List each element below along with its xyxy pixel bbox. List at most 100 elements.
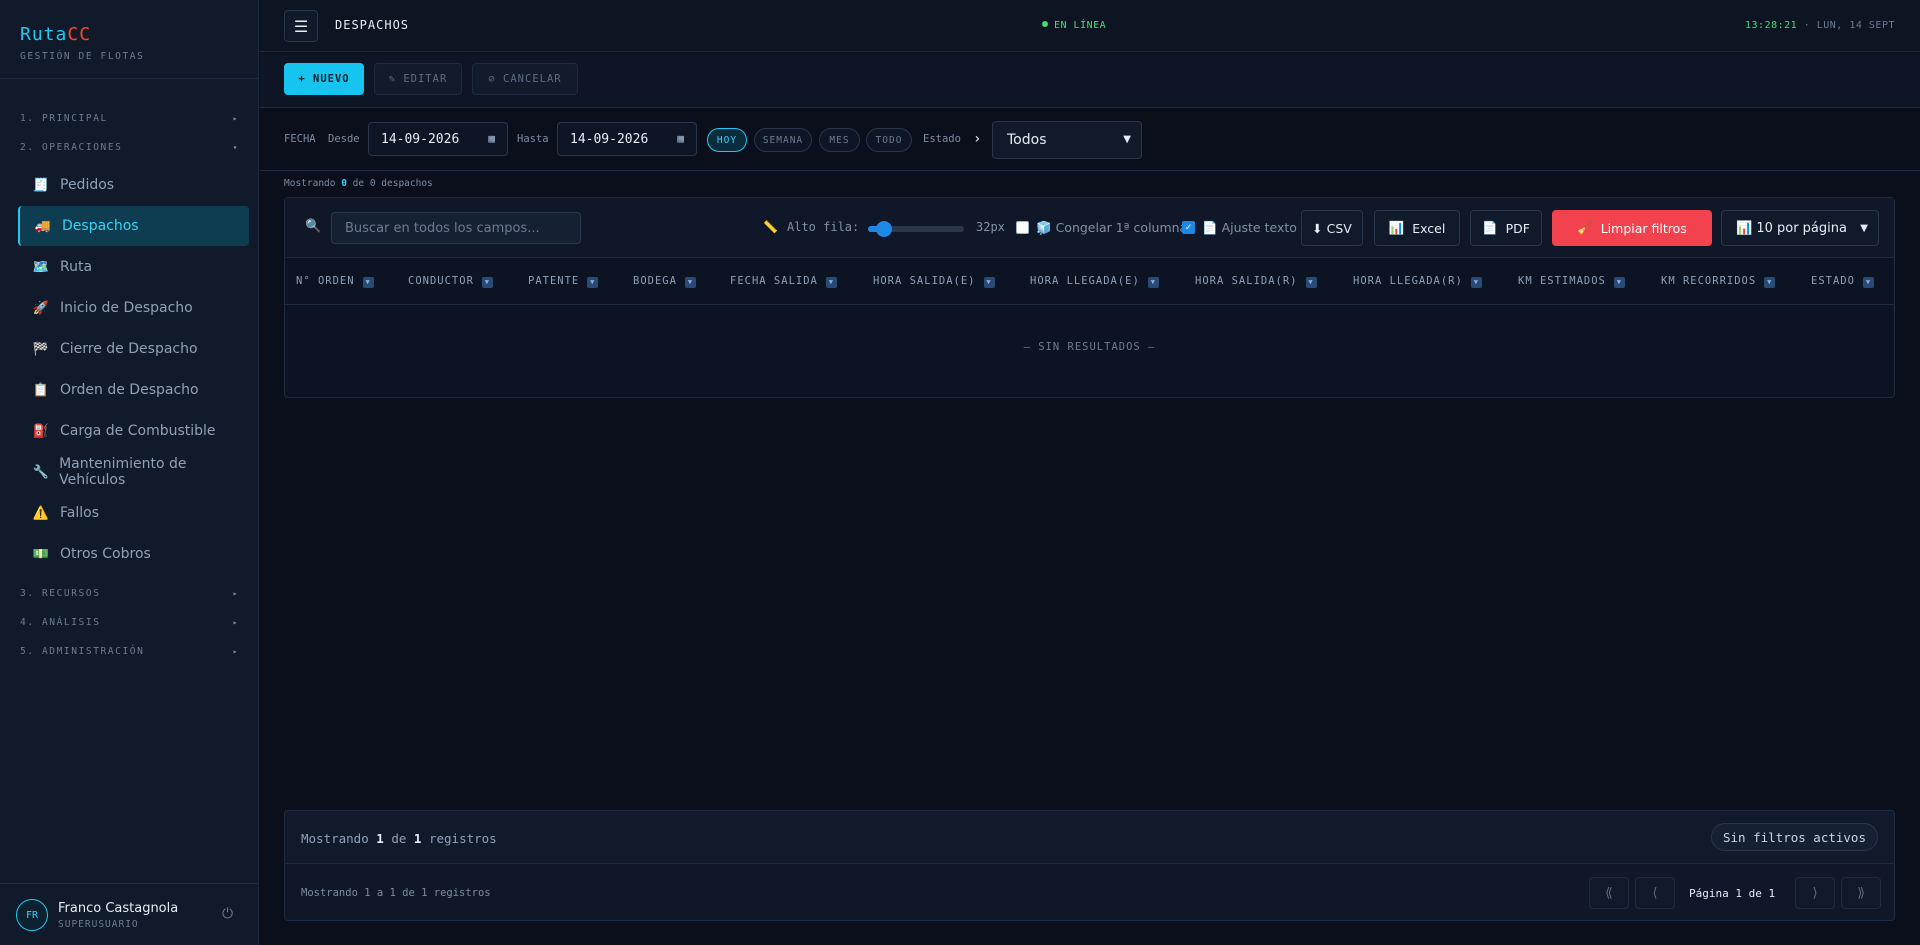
records-summary: Mostrando 1 de 1 registros Sin filtros a… (284, 810, 1895, 864)
nav-section-principal[interactable]: 1. PRINCIPAL ▸ (0, 104, 259, 133)
column-header-km-estimados[interactable]: KM ESTIMADOS ▼ (1518, 275, 1625, 288)
chevron-down-icon: ▼ (1860, 223, 1868, 234)
sidebar-item-despachos[interactable]: 🚚 Despachos (18, 206, 249, 246)
fecha-label: FECHA (284, 133, 316, 145)
chip-hoy[interactable]: HOY (707, 128, 747, 152)
first-page-button[interactable]: ⟪ (1589, 877, 1629, 909)
avatar: FR (16, 899, 48, 931)
prev-page-button[interactable]: ⟨ (1635, 877, 1675, 909)
sidebar-item-mantenimiento[interactable]: 🔧 Mantenimiento de Vehículos (18, 452, 249, 492)
calendar-icon[interactable]: ▦ (488, 132, 495, 145)
sidebar-item-ruta[interactable]: 🗺️ Ruta (18, 247, 249, 287)
edit-button[interactable]: ✎ EDITAR (374, 63, 462, 95)
fuel-pump-icon: ⛽ (32, 423, 50, 439)
filter-icon[interactable]: ▼ (1764, 277, 1776, 288)
column-header-conductor[interactable]: CONDUCTOR ▼ (408, 275, 493, 288)
freeze-column-label: 🧊 Congelar 1ª columna (1036, 220, 1188, 235)
sidebar-item-inicio-despacho[interactable]: 🚀 Inicio de Despacho (18, 288, 249, 328)
nav-section-operaciones[interactable]: 2. OPERACIONES ▾ (0, 133, 259, 162)
new-button[interactable]: + NUEVO (284, 63, 364, 95)
filter-icon[interactable]: ▼ (1470, 277, 1482, 288)
nav-section-administracion[interactable]: 5. ADMINISTRACIÓN ▸ (0, 637, 259, 666)
filter-icon[interactable]: ▼ (983, 277, 995, 288)
topbar: ☰ DESPACHOS EN LÍNEA 13:28:21 · LUN, 14 … (260, 0, 1920, 52)
chip-semana[interactable]: SEMANA (754, 128, 812, 152)
column-header-bodega[interactable]: BODEGA ▼ (633, 275, 696, 288)
clear-filters-button[interactable]: 🧹 Limpiar filtros (1552, 210, 1712, 246)
export-excel-button[interactable]: 📊 Excel (1374, 210, 1460, 246)
filter-icon[interactable]: ▼ (1147, 277, 1159, 288)
filter-icon[interactable]: ▼ (362, 277, 374, 288)
filter-icon[interactable]: ▼ (684, 277, 696, 288)
filter-icon[interactable]: ▼ (825, 277, 837, 288)
chip-mes[interactable]: MES (819, 128, 860, 152)
table-toolbar: 🔍 Buscar en todos los campos... 📏 Alto f… (285, 198, 1894, 258)
nav-section-recursos[interactable]: 3. RECURSOS ▸ (0, 579, 259, 608)
column-header-patente[interactable]: PATENTE ▼ (528, 275, 599, 288)
per-page-select[interactable]: 📊 10 por página ▼ (1721, 210, 1879, 246)
calendar-icon[interactable]: ▦ (677, 132, 684, 145)
chip-todo[interactable]: TODO (866, 128, 912, 152)
sidebar-item-carga-combustible[interactable]: ⛽ Carga de Combustible (18, 411, 249, 451)
sidebar-item-pedidos[interactable]: 🧾 Pedidos (18, 165, 249, 205)
user-profile[interactable]: FR Franco Castagnola SUPERUSUARIO (16, 899, 178, 931)
chevron-down-icon: ▼ (1123, 134, 1131, 145)
chevron-right-icon: ▸ (232, 114, 239, 123)
sidebar-item-orden-despacho[interactable]: 📋 Orden de Despacho (18, 370, 249, 410)
wrap-text-checkbox[interactable]: ✓ (1182, 221, 1195, 234)
nav-section-analisis[interactable]: 4. ANÁLISIS ▸ (0, 608, 259, 637)
user-name: Franco Castagnola (58, 900, 179, 916)
wrench-icon: 🔧 (32, 464, 49, 480)
ruler-icon: 📏 (763, 220, 778, 234)
export-pdf-button[interactable]: 📄 PDF (1470, 210, 1542, 246)
money-icon: 💵 (32, 546, 50, 562)
filter-icon[interactable]: ▼ (587, 277, 599, 288)
next-page-button[interactable]: ⟩ (1795, 877, 1835, 909)
row-height-slider[interactable] (868, 221, 964, 237)
slider-handle[interactable] (876, 221, 892, 237)
column-header-hora-salida-e[interactable]: HORA SALIDA(E) ▼ (873, 275, 995, 288)
estado-select[interactable]: Todos ▼ (992, 121, 1142, 159)
freeze-column-checkbox[interactable] (1016, 221, 1029, 234)
checkered-flag-icon: 🏁 (32, 341, 50, 357)
rocket-icon: 🚀 (32, 300, 50, 316)
column-header-orden[interactable]: N° ORDEN ▼ (296, 275, 374, 288)
document-icon: 📄 (1202, 220, 1218, 235)
sidebar-item-otros-cobros[interactable]: 💵 Otros Cobros (18, 534, 249, 574)
menu-button[interactable]: ☰ (284, 10, 318, 42)
sidebar-nav: 1. PRINCIPAL ▸ 2. OPERACIONES ▾ 🧾 Pedidos 🚚… (0, 104, 259, 666)
last-page-button[interactable]: ⟫ (1841, 877, 1881, 909)
chevron-right-icon: ▸ (232, 589, 239, 598)
power-icon[interactable]: ⏻ (222, 906, 233, 922)
column-header-km-recorridos[interactable]: KM RECORRIDOS ▼ (1661, 275, 1776, 288)
export-csv-button[interactable]: ⬇ CSV (1301, 210, 1363, 246)
nav-items: 🧾 Pedidos 🚚 Despachos 🗺️ Ruta 🚀 Inicio de De… (0, 162, 259, 579)
results-count: Mostrando 0 de 0 despachos (284, 178, 433, 189)
hasta-date-input[interactable]: 14-09-2026 ▦ (557, 122, 697, 156)
spreadsheet-icon: 📊 (1388, 220, 1405, 235)
filter-icon[interactable]: ▼ (1305, 277, 1317, 288)
desde-label: Desde (328, 133, 360, 145)
chevron-right-icon: ▸ (232, 647, 239, 656)
column-header-hora-llegada-e[interactable]: HORA LLEGADA(E) ▼ (1030, 275, 1159, 288)
search-icon: 🔍 (305, 219, 322, 234)
brand-logo: RutaCC (20, 24, 92, 45)
search-input[interactable]: Buscar en todos los campos... (331, 212, 581, 244)
brand[interactable]: RutaCC GESTIÓN DE FLOTAS (20, 24, 144, 62)
warning-icon: ⚠️ (32, 505, 50, 521)
brand-subtitle: GESTIÓN DE FLOTAS (20, 51, 145, 62)
column-header-fecha-salida[interactable]: FECHA SALIDA ▼ (730, 275, 837, 288)
filter-icon[interactable]: ▼ (1862, 277, 1874, 288)
truck-icon: 🚚 (34, 218, 52, 234)
column-header-hora-salida-r[interactable]: HORA SALIDA(R) ▼ (1195, 275, 1317, 288)
column-header-estado[interactable]: ESTADO ▼ (1811, 275, 1874, 288)
sidebar-item-cierre-despacho[interactable]: 🏁 Cierre de Despacho (18, 329, 249, 369)
table-panel: 🔍 Buscar en todos los campos... 📏 Alto f… (284, 197, 1895, 398)
filter-icon[interactable]: ▼ (481, 277, 493, 288)
filter-icon[interactable]: ▼ (1613, 277, 1625, 288)
sidebar-item-fallos[interactable]: ⚠️ Fallos (18, 493, 249, 533)
chevron-down-icon: ▾ (232, 143, 239, 152)
column-header-hora-llegada-r[interactable]: HORA LLEGADA(R) ▼ (1353, 275, 1482, 288)
desde-date-input[interactable]: 14-09-2026 ▦ (368, 122, 508, 156)
cancel-button[interactable]: ⊘ CANCELAR (472, 63, 578, 95)
